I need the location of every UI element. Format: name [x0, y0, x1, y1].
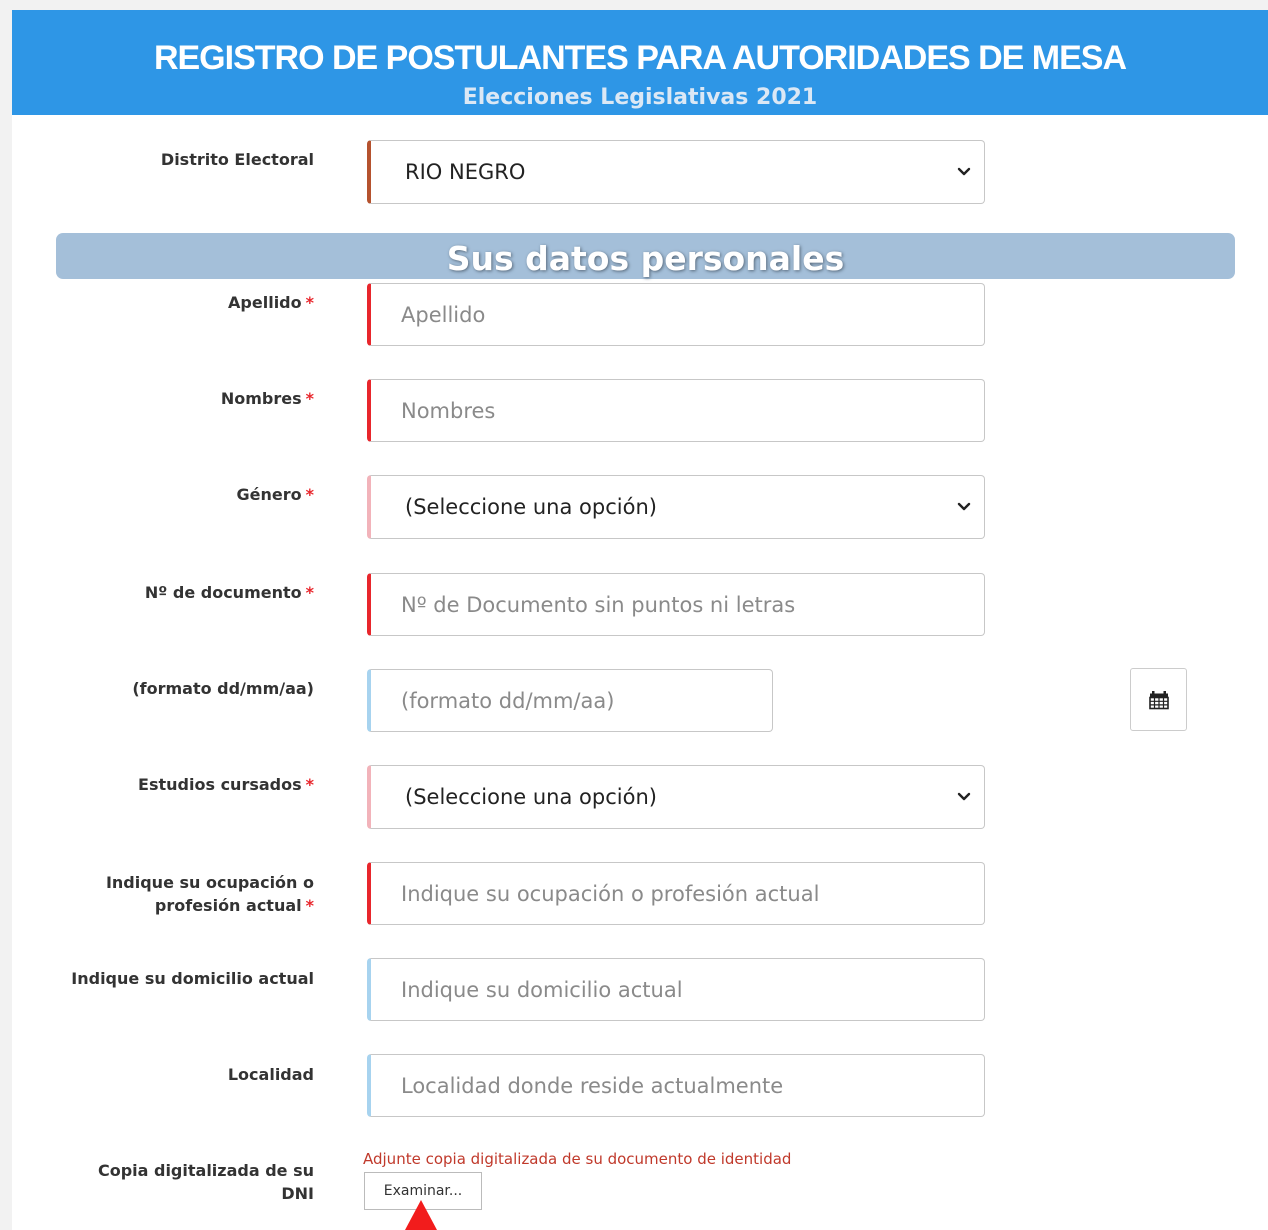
distrito-select[interactable]: RIO NEGRO	[367, 140, 985, 204]
domicilio-label: Indique su domicilio actual	[71, 969, 314, 988]
required-marker: *	[305, 293, 314, 312]
documento-input[interactable]: Nº de Documento sin puntos ni letras	[367, 573, 985, 636]
section-header: Sus datos personales	[56, 233, 1235, 279]
fecha-label: (formato dd/mm/aa)	[132, 679, 314, 698]
chevron-down-icon	[957, 502, 971, 511]
estudios-select-value: (Seleccione una opción)	[405, 785, 657, 809]
estudios-label: Estudios cursados *	[138, 775, 314, 794]
localidad-input[interactable]: Localidad donde reside actualmente	[367, 1054, 985, 1117]
chevron-down-icon	[957, 792, 971, 801]
nombres-label: Nombres *	[220, 389, 314, 408]
fecha-input[interactable]: (formato dd/mm/aa)	[367, 669, 773, 732]
genero-select-value: (Seleccione una opción)	[405, 495, 657, 519]
ocupacion-label: Indique su ocupación o profesión actual *	[105, 873, 314, 915]
nombres-input[interactable]: Nombres	[367, 379, 985, 442]
calendar-icon	[1148, 690, 1169, 709]
documento-placeholder: Nº de Documento sin puntos ni letras	[401, 592, 796, 617]
calendar-button[interactable]	[1130, 668, 1187, 731]
localidad-placeholder: Localidad donde reside actualmente	[401, 1073, 784, 1098]
mouse-pointer-icon	[405, 1200, 437, 1230]
domicilio-placeholder: Indique su domicilio actual	[401, 977, 683, 1002]
page-header: REGISTRO DE POSTULANTES PARA AUTORIDADES…	[12, 10, 1268, 115]
nombres-placeholder: Nombres	[401, 398, 496, 423]
distrito-label: Distrito Electoral	[160, 150, 314, 169]
ocupacion-placeholder: Indique su ocupación o profesión actual	[401, 881, 820, 906]
dni-label: Copia digitalizada de su DNI	[97, 1161, 314, 1203]
page-title: REGISTRO DE POSTULANTES PARA AUTORIDADES…	[153, 39, 1127, 77]
estudios-select[interactable]: (Seleccione una opción)	[367, 765, 985, 829]
genero-select[interactable]: (Seleccione una opción)	[367, 475, 985, 539]
ocupacion-input[interactable]: Indique su ocupación o profesión actual	[367, 862, 985, 925]
chevron-down-icon	[957, 167, 971, 176]
localidad-label: Localidad	[227, 1065, 314, 1084]
page-subtitle: Elecciones Legislativas 2021	[462, 85, 818, 110]
required-marker: *	[305, 775, 314, 794]
apellido-placeholder: Apellido	[401, 302, 486, 327]
genero-label: Género *	[236, 485, 314, 504]
required-marker: *	[305, 389, 314, 408]
documento-label: Nº de documento *	[144, 583, 314, 602]
apellido-input[interactable]: Apellido	[367, 283, 985, 346]
distrito-select-value: RIO NEGRO	[405, 160, 526, 184]
apellido-label: Apellido *	[228, 293, 314, 312]
domicilio-input[interactable]: Indique su domicilio actual	[367, 958, 985, 1021]
required-marker: *	[305, 583, 314, 602]
required-marker: *	[305, 896, 314, 915]
required-marker: *	[305, 485, 314, 504]
section-title: Sus datos personales	[446, 239, 845, 278]
fecha-placeholder: (formato dd/mm/aa)	[401, 688, 615, 713]
dni-upload-note: Adjunte copia digitalizada de su documen…	[363, 1150, 792, 1168]
